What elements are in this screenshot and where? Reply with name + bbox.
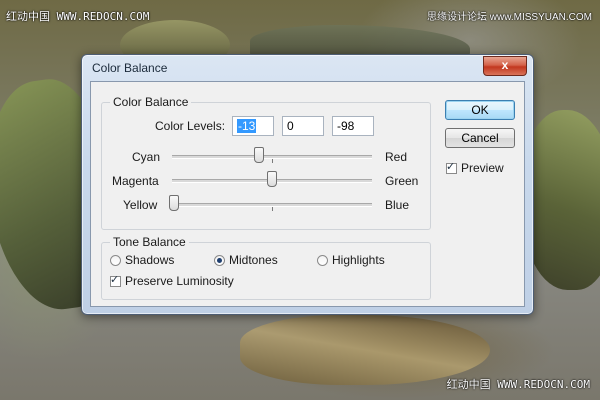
color-balance-group-label: Color Balance xyxy=(110,95,192,109)
preserve-luminosity-checkbox[interactable]: ✓ xyxy=(110,274,121,287)
highlights-label[interactable]: Highlights xyxy=(332,253,385,267)
watermark-top-left: 红动中国 WWW.REDOCN.COM xyxy=(6,10,150,23)
highlights-radio[interactable] xyxy=(317,255,328,266)
yellow-blue-slider-thumb[interactable] xyxy=(169,195,179,211)
preview-checkbox[interactable]: ✓ xyxy=(446,161,457,174)
close-icon: x xyxy=(501,58,509,72)
slider-blue-label: Blue xyxy=(385,198,410,212)
midtones-label[interactable]: Midtones xyxy=(229,253,278,267)
ok-button[interactable]: OK xyxy=(445,100,515,120)
close-button[interactable]: x xyxy=(483,56,527,76)
dialog-titlebar[interactable]: Color Balance x xyxy=(82,55,533,81)
yellow-blue-slider-center-tick xyxy=(272,207,273,211)
slider-yellow-label: Yellow xyxy=(123,198,158,212)
color-level-yellow-blue-input[interactable]: -98 xyxy=(332,116,374,136)
cyan-red-slider-thumb[interactable] xyxy=(254,147,264,163)
midtones-radio[interactable] xyxy=(214,255,225,266)
color-level-cyan-red-input[interactable]: -13 xyxy=(232,116,274,136)
checkmark-icon: ✓ xyxy=(446,161,456,173)
slider-red-label: Red xyxy=(385,150,408,164)
color-levels-label: Color Levels: xyxy=(155,119,226,133)
preserve-luminosity-label[interactable]: Preserve Luminosity xyxy=(125,274,234,288)
shadows-radio[interactable] xyxy=(110,255,121,266)
color-level-magenta-green-input[interactable]: 0 xyxy=(282,116,324,136)
tone-balance-group: Tone Balance Shadows Midtones Highlights… xyxy=(101,235,431,300)
shadows-label[interactable]: Shadows xyxy=(125,253,174,267)
slider-cyan-label: Cyan xyxy=(132,150,161,164)
magenta-green-slider-thumb[interactable] xyxy=(267,171,277,187)
tone-balance-group-label: Tone Balance xyxy=(110,235,189,249)
color-balance-group: Color Balance Color Levels: -13 0 -98 Cy… xyxy=(101,95,431,230)
slider-green-label: Green xyxy=(385,174,419,188)
watermark-bottom-right: 红动中国 WWW.REDOCN.COM xyxy=(446,378,590,391)
dialog-client-area: Color Balance Color Levels: -13 0 -98 Cy… xyxy=(90,81,525,307)
slider-magenta-label: Magenta xyxy=(112,174,159,188)
cancel-button[interactable]: Cancel xyxy=(445,128,515,148)
color-balance-dialog: Color Balance x Color Balance Color Leve… xyxy=(81,54,534,315)
preview-label[interactable]: Preview xyxy=(461,161,504,175)
watermark-top-right: 思缘设计论坛 www.MISSYUAN.COM xyxy=(426,12,592,23)
checkmark-icon: ✓ xyxy=(110,274,120,286)
crocodile-leg-shape xyxy=(240,315,490,385)
dialog-title: Color Balance xyxy=(92,61,168,75)
cyan-red-slider-center-tick xyxy=(272,159,273,163)
